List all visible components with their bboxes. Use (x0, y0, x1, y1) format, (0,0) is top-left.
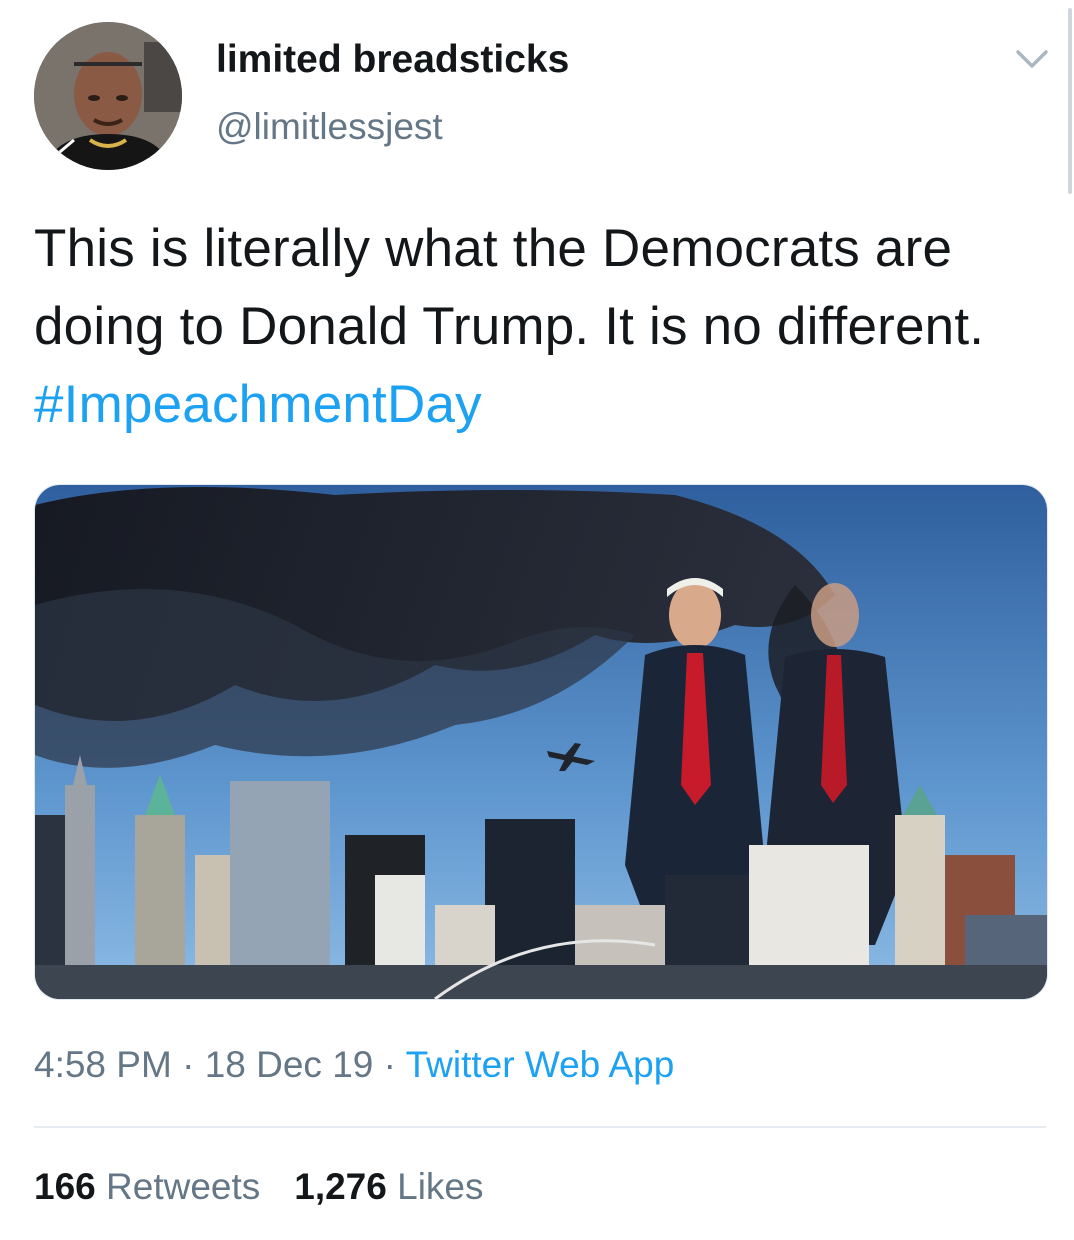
hashtag-link[interactable]: #ImpeachmentDay (34, 375, 482, 434)
divider (34, 1126, 1046, 1128)
scrollbar-thumb[interactable] (1068, 8, 1072, 194)
meta-separator: · (171, 1044, 205, 1085)
retweets-stat[interactable]: 166 Retweets (34, 1166, 260, 1207)
tweet-stats: 166 Retweets 1,276 Likes (34, 1166, 484, 1208)
avatar-image (34, 22, 182, 170)
tweet-date[interactable]: 18 Dec 19 (205, 1044, 374, 1085)
tweet-media-image[interactable] (34, 484, 1048, 1000)
likes-label: Likes (397, 1166, 484, 1207)
tweet-metadata: 4:58 PM · 18 Dec 19 · Twitter Web App (34, 1044, 674, 1086)
likes-stat[interactable]: 1,276 Likes (294, 1166, 483, 1207)
author-handle[interactable]: @limitlessjest (216, 106, 443, 148)
tweet-source-link[interactable]: Twitter Web App (406, 1044, 675, 1085)
media-photo (35, 485, 1047, 999)
author-avatar[interactable] (34, 22, 182, 170)
author-display-name[interactable]: limited breadsticks (216, 38, 569, 82)
likes-count: 1,276 (294, 1166, 387, 1207)
retweets-label: Retweets (106, 1166, 261, 1207)
tweet-text: This is literally what the Democrats are… (34, 210, 1034, 444)
retweets-count: 166 (34, 1166, 96, 1207)
tweet-body: This is literally what the Democrats are… (34, 219, 985, 356)
meta-separator: · (373, 1044, 406, 1085)
tweet-time[interactable]: 4:58 PM (34, 1044, 172, 1085)
chevron-down-icon[interactable] (1014, 46, 1050, 72)
